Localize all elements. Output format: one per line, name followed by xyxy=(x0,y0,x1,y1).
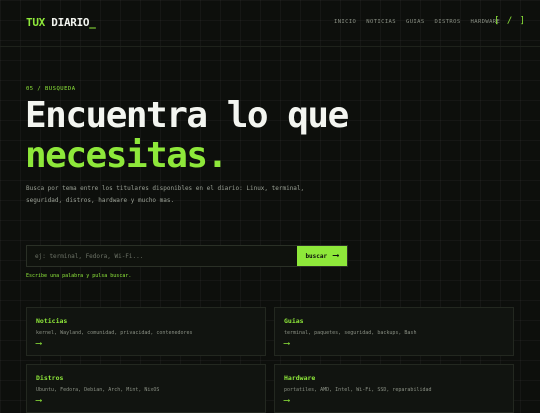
page-title-line1: Encuentra lo que xyxy=(25,95,349,136)
page-title: Encuentra lo que necesitas. xyxy=(25,95,349,176)
search-hint: Escribe una palabra y pulsa buscar. xyxy=(26,273,132,279)
logo-tux: TUX xyxy=(26,16,45,29)
card-tags: portatiles, AMD, Intel, Wi-Fi, SSD, repa… xyxy=(284,387,432,393)
site-logo[interactable]: TUX DIARIO_ xyxy=(26,16,96,29)
card-tags: Ubuntu, Fedora, Debian, Arch, Mint, NixO… xyxy=(36,387,160,393)
category-card-distros[interactable]: Distros Ubuntu, Fedora, Debian, Arch, Mi… xyxy=(26,364,266,413)
section-eyebrow: 05 / BUSQUEDA xyxy=(26,86,76,92)
page-title-line2: necesitas. xyxy=(25,135,228,176)
arrow-right-icon: ⟶ xyxy=(333,251,339,261)
card-title: Guias xyxy=(284,317,304,325)
nav-link-noticias[interactable]: NOTICIAS xyxy=(366,19,396,25)
logo-diario: DIARIO xyxy=(51,16,90,29)
main-nav: INICIO NOTICIAS GUIAS DISTROS HARDWARE xyxy=(334,19,500,25)
search-button[interactable]: buscar ⟶ xyxy=(297,246,347,266)
search-input[interactable] xyxy=(27,246,289,266)
card-title: Distros xyxy=(36,374,64,382)
logo-cursor: _ xyxy=(89,16,96,29)
nav-link-inicio[interactable]: INICIO xyxy=(334,19,356,25)
nav-link-distros[interactable]: DISTROS xyxy=(435,19,461,25)
nav-link-guias[interactable]: GUIAS xyxy=(406,19,425,25)
arrow-right-icon: ⟶ xyxy=(36,339,42,349)
search-form: buscar ⟶ xyxy=(26,245,348,267)
card-tags: terminal, paquetes, seguridad, backups, … xyxy=(284,330,417,336)
page-description: Busca por tema entre los titulares dispo… xyxy=(26,185,305,204)
search-button-label: buscar xyxy=(305,252,328,260)
category-card-guias[interactable]: Guias terminal, paquetes, seguridad, bac… xyxy=(274,307,514,356)
arrow-right-icon: ⟶ xyxy=(284,339,290,349)
card-title: Noticias xyxy=(36,317,68,325)
category-card-hardware[interactable]: Hardware portatiles, AMD, Intel, Wi-Fi, … xyxy=(274,364,514,413)
card-tags: kernel, Wayland, comunidad, privacidad, … xyxy=(36,330,193,336)
menu-toggle-button[interactable]: [ / ] xyxy=(494,16,526,26)
category-card-noticias[interactable]: Noticias kernel, Wayland, comunidad, pri… xyxy=(26,307,266,356)
card-title: Hardware xyxy=(284,374,316,382)
site-header: TUX DIARIO_ INICIO NOTICIAS GUIAS DISTRO… xyxy=(0,0,540,47)
